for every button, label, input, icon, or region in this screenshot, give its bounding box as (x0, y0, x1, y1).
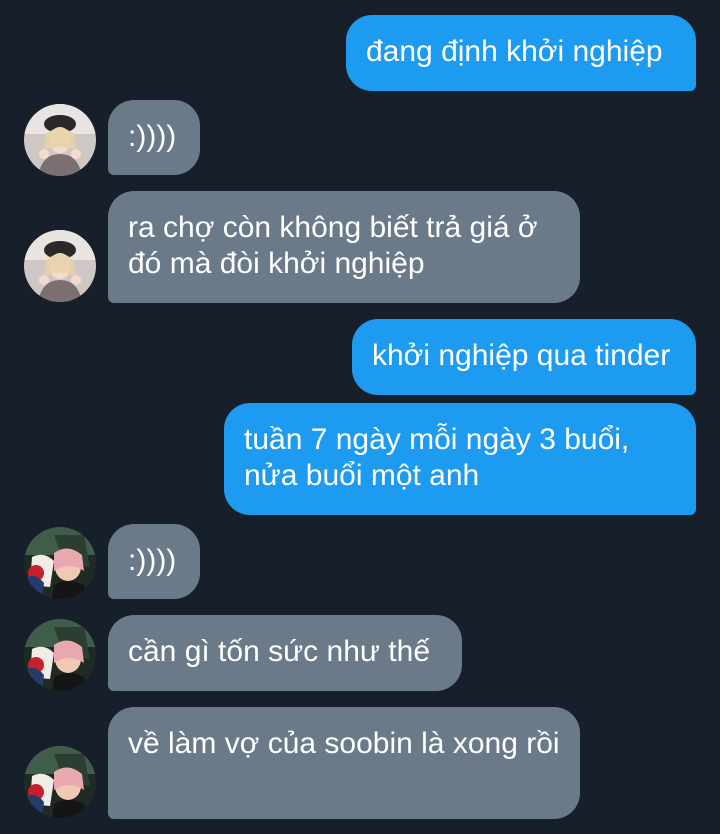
message-text: khởi nghiệp qua tinder (372, 339, 671, 372)
message-text: ra chợ còn không biết trả giá ở đó mà đò… (128, 211, 538, 280)
message-text: về làm vợ của soobin là xong rồi (128, 727, 560, 760)
message-text: đang định khởi nghiệp (366, 35, 663, 68)
girl-avatar-icon[interactable] (24, 104, 96, 176)
anime-avatar-icon[interactable] (24, 746, 96, 818)
message-text: :)))) (128, 544, 177, 577)
anime-avatar-icon[interactable] (24, 619, 96, 691)
message-text: tuần 7 ngày mỗi ngày 3 buổi, nửa buổi mộ… (244, 423, 630, 492)
message-text: :)))) (128, 120, 177, 153)
anime-avatar-icon[interactable] (24, 527, 96, 599)
message-text: cần gì tốn sức như thế (128, 635, 431, 668)
message-bubble-received[interactable]: về làm vợ của soobin là xong rồi (108, 707, 580, 819)
message-bubble-sent[interactable]: đang định khởi nghiệp (346, 15, 696, 91)
message-bubble-received[interactable]: ra chợ còn không biết trả giá ở đó mà đò… (108, 191, 580, 303)
girl-avatar-icon[interactable] (24, 230, 96, 302)
message-bubble-received[interactable]: :)))) (108, 524, 200, 599)
message-bubble-sent[interactable]: khởi nghiệp qua tinder (352, 319, 696, 395)
message-bubble-received[interactable]: :)))) (108, 100, 200, 175)
message-bubble-sent[interactable]: tuần 7 ngày mỗi ngày 3 buổi, nửa buổi mộ… (224, 403, 696, 515)
message-bubble-received[interactable]: cần gì tốn sức như thế (108, 615, 462, 691)
chat-conversation: đang định khởi nghiệp :)))) ra chợ còn k… (0, 0, 720, 834)
